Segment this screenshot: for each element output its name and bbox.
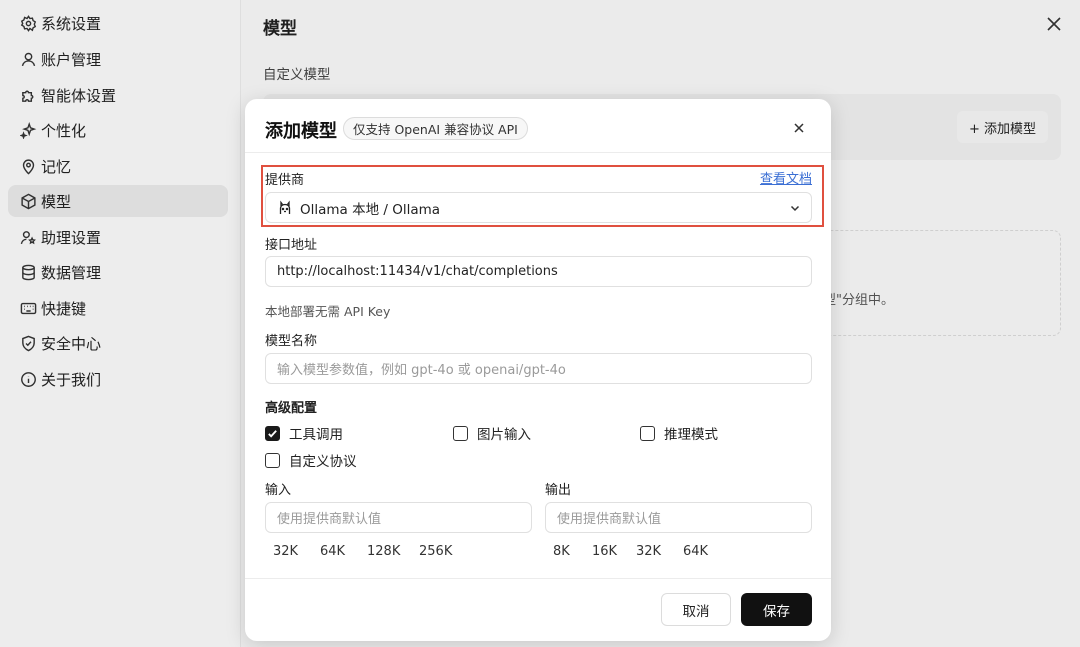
header-divider bbox=[245, 152, 831, 153]
ollama-icon bbox=[279, 200, 291, 214]
tool-calling-checkbox[interactable]: 工具调用 bbox=[265, 423, 343, 443]
image-input-checkbox[interactable]: 图片输入 bbox=[453, 423, 531, 443]
output-preset-chip[interactable]: 8K bbox=[553, 544, 570, 559]
checkbox-label: 工具调用 bbox=[289, 427, 343, 443]
compat-badge: 仅支持 OpenAI 兼容协议 API bbox=[343, 117, 528, 140]
custom-protocol-checkbox[interactable]: 自定义协议 bbox=[265, 450, 357, 470]
api-key-hint: 本地部署无需 API Key bbox=[265, 304, 391, 319]
footer-divider bbox=[245, 578, 831, 579]
model-name-input[interactable]: 输入模型参数值，例如 gpt-4o 或 openai/gpt-4o bbox=[265, 353, 812, 384]
view-docs-link[interactable]: 查看文档 bbox=[760, 168, 812, 187]
input-preset-chip[interactable]: 128K bbox=[367, 544, 400, 559]
checkbox-label: 推理模式 bbox=[664, 427, 718, 443]
checkbox-unchecked bbox=[453, 425, 468, 441]
output-preset-chip[interactable]: 32K bbox=[636, 544, 661, 559]
endpoint-label: 接口地址 bbox=[265, 238, 318, 253]
input-preset-chip[interactable]: 256K bbox=[419, 544, 452, 559]
advanced-config-label: 高级配置 bbox=[265, 401, 318, 416]
provider-label: 提供商 bbox=[265, 173, 305, 188]
input-preset-chip[interactable]: 64K bbox=[320, 544, 345, 559]
model-name-label: 模型名称 bbox=[265, 334, 318, 349]
reasoning-mode-checkbox[interactable]: 推理模式 bbox=[640, 423, 718, 443]
checkbox-label: 自定义协议 bbox=[289, 454, 357, 470]
dialog-title: 添加模型 bbox=[265, 121, 337, 142]
close-icon[interactable] bbox=[790, 119, 808, 137]
output-tokens-label: 输出 bbox=[545, 483, 572, 498]
provider-select[interactable]: Ollama 本地 / Ollama bbox=[265, 192, 812, 223]
output-preset-chip[interactable]: 16K bbox=[592, 544, 617, 559]
chevron-down-icon bbox=[790, 205, 800, 212]
cancel-button[interactable]: 取消 bbox=[661, 593, 731, 626]
input-tokens-label: 输入 bbox=[265, 483, 292, 498]
checkbox-checked bbox=[265, 425, 280, 441]
checkbox-label: 图片输入 bbox=[477, 427, 531, 443]
input-tokens-field[interactable]: 使用提供商默认值 bbox=[265, 502, 532, 533]
output-tokens-field[interactable]: 使用提供商默认值 bbox=[545, 502, 812, 533]
add-model-dialog: 添加模型 仅支持 OpenAI 兼容协议 API 提供商 查看文档 Ollama… bbox=[245, 99, 831, 641]
check-icon bbox=[268, 429, 277, 438]
checkbox-unchecked bbox=[640, 425, 655, 441]
endpoint-input[interactable]: http://localhost:11434/v1/chat/completio… bbox=[265, 256, 812, 287]
output-preset-chip[interactable]: 64K bbox=[683, 544, 708, 559]
save-button[interactable]: 保存 bbox=[741, 593, 812, 626]
checkbox-unchecked bbox=[265, 452, 280, 468]
provider-value: Ollama 本地 / Ollama bbox=[300, 201, 441, 218]
input-preset-chip[interactable]: 32K bbox=[273, 544, 298, 559]
